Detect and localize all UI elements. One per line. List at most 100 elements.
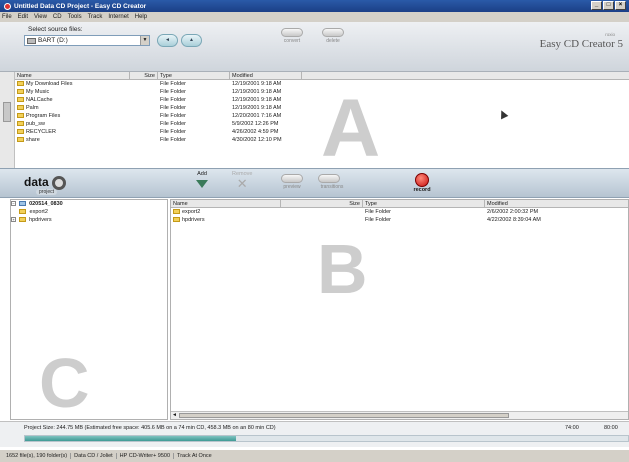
status-bar: 1652 file(s), 190 folder(s) Data CD / Jo… [0, 449, 629, 462]
cell-text: 12/19/2001 9:18 AM [232, 81, 282, 87]
maximize-button[interactable]: □ [603, 1, 614, 10]
delete-button[interactable]: delete [322, 28, 344, 50]
col-size[interactable]: Size [130, 72, 158, 79]
up-folder-button[interactable]: ▲ [181, 34, 202, 47]
cell-text: 4/22/2002 8:39:04 AM [487, 217, 541, 223]
record-button[interactable]: record [392, 171, 452, 197]
scroll-thumb[interactable] [179, 413, 509, 418]
tree-item-export2[interactable]: export2 [11, 208, 167, 216]
col-size[interactable]: Size [281, 200, 363, 207]
tree-item-label: hpdrivers [29, 217, 52, 223]
dropdown-arrow-icon[interactable]: ▼ [140, 36, 149, 45]
cell-text: File Folder [160, 129, 186, 135]
menu-cd[interactable]: CD [53, 14, 62, 20]
menu-internet[interactable]: Internet [108, 14, 128, 20]
folder-icon [17, 137, 24, 143]
cell-modified: 5/9/2002 12:26 PM [230, 120, 302, 128]
menu-help[interactable]: Help [135, 14, 147, 20]
cell-modified: 12/19/2001 9:18 AM [230, 88, 302, 96]
cd-icon [18, 201, 26, 207]
remove-button[interactable]: Remove ✕ [232, 171, 252, 191]
scroll-thumb[interactable] [3, 102, 11, 122]
source-file-list: Name Size Type Modified My Download File… [14, 72, 629, 170]
app-icon [4, 2, 11, 10]
horizontal-scrollbar[interactable]: ◄ [171, 411, 628, 419]
cell-modified: 12/19/2001 9:18 AM [230, 80, 302, 88]
cell-type: File Folder [158, 104, 230, 112]
folder-icon [173, 217, 180, 223]
status-recorder: HP CD-Writer+ 9500 [117, 453, 175, 459]
expand-icon[interactable]: + [11, 217, 16, 223]
record-icon [415, 173, 429, 187]
brand-small: roxio [605, 32, 615, 37]
source-drive-value: BART (D:) [38, 37, 68, 44]
brand-name: Easy CD Creator 5 [539, 38, 623, 50]
source-tree-scroll[interactable] [0, 72, 14, 168]
collapse-icon[interactable]: − [11, 201, 16, 207]
menu-view[interactable]: View [34, 14, 47, 20]
convert-button[interactable]: convert [281, 28, 303, 50]
col-modified[interactable]: Modified [230, 72, 302, 79]
cell-name: RECYCLER [15, 128, 130, 136]
watermark-b: B [317, 230, 368, 308]
menu-track[interactable]: Track [88, 14, 103, 20]
cell-size [281, 216, 363, 224]
menu-edit[interactable]: Edit [18, 14, 28, 20]
col-name[interactable]: Name [15, 72, 130, 79]
remove-x-icon: ✕ [236, 176, 248, 191]
preview-icon [281, 174, 303, 183]
col-modified[interactable]: Modified [485, 200, 628, 207]
menu-file[interactable]: File [2, 14, 12, 20]
cell-size [130, 104, 158, 112]
tree-root[interactable]: − 020514_0830 [11, 200, 167, 208]
source-drive-select[interactable]: BART (D:) ▼ [24, 35, 150, 46]
cell-size [130, 80, 158, 88]
watermark-c: C [39, 344, 90, 422]
preview-label: preview [283, 184, 301, 190]
cell-modified: 12/19/2001 9:18 AM [230, 96, 302, 104]
col-type[interactable]: Type [158, 72, 230, 79]
cell-text: Program Files [26, 113, 61, 119]
transitions-button[interactable]: transitions [318, 174, 346, 196]
cell-name: export2 [171, 208, 281, 216]
capacity-fill [25, 436, 237, 441]
source-label: Select source files: [28, 26, 83, 33]
cell-name: My Download Files [15, 80, 130, 88]
folder-icon [173, 209, 180, 215]
cell-name: Palm [15, 104, 130, 112]
cell-text: File Folder [365, 209, 391, 215]
capacity-mark-74: 74:00 [565, 425, 579, 431]
close-button[interactable]: × [615, 1, 626, 10]
logo-sub: project [36, 189, 58, 195]
cell-text: 2/6/2002 2:00:32 PM [487, 209, 539, 215]
cell-text: My Music [26, 89, 50, 95]
minimize-button[interactable]: _ [591, 1, 602, 10]
col-name[interactable]: Name [171, 200, 281, 207]
table-row[interactable]: export2 File Folder 2/6/2002 2:00:32 PM [171, 208, 628, 216]
cell-text: 12/19/2001 9:18 AM [232, 89, 282, 95]
capacity-bar [24, 435, 629, 442]
table-row[interactable]: hpdrivers File Folder 4/22/2002 8:39:04 AM [171, 216, 628, 224]
preview-button[interactable]: preview [281, 174, 303, 196]
col-type[interactable]: Type [363, 200, 485, 207]
scroll-left-icon[interactable]: ◄ [172, 412, 177, 418]
transitions-icon [318, 174, 340, 183]
project-rows: export2 File Folder 2/6/2002 2:00:32 PM hpd… [171, 208, 628, 224]
cell-text: share [26, 137, 40, 143]
menu-tools[interactable]: Tools [68, 14, 82, 20]
window-controls: _ □ × [591, 1, 626, 10]
back-icon: ◄ [165, 37, 170, 43]
cell-text: File Folder [160, 81, 186, 87]
cell-name: NALCache [15, 96, 130, 104]
back-button[interactable]: ◄ [157, 34, 178, 47]
cell-text: File Folder [160, 121, 186, 127]
tree-item-hpdrivers[interactable]: + hpdrivers [11, 216, 167, 224]
add-button[interactable]: Add [196, 171, 208, 188]
cell-text: File Folder [365, 217, 391, 223]
add-label: Add [197, 171, 207, 177]
cell-size [130, 112, 158, 120]
project-size-text: Project Size: 244.75 MB (Estimated free … [24, 425, 276, 431]
project-tree: − 020514_0830 export2 + hpdrivers C [10, 199, 168, 420]
cell-type: File Folder [158, 80, 230, 88]
cell-type: File Folder [158, 88, 230, 96]
